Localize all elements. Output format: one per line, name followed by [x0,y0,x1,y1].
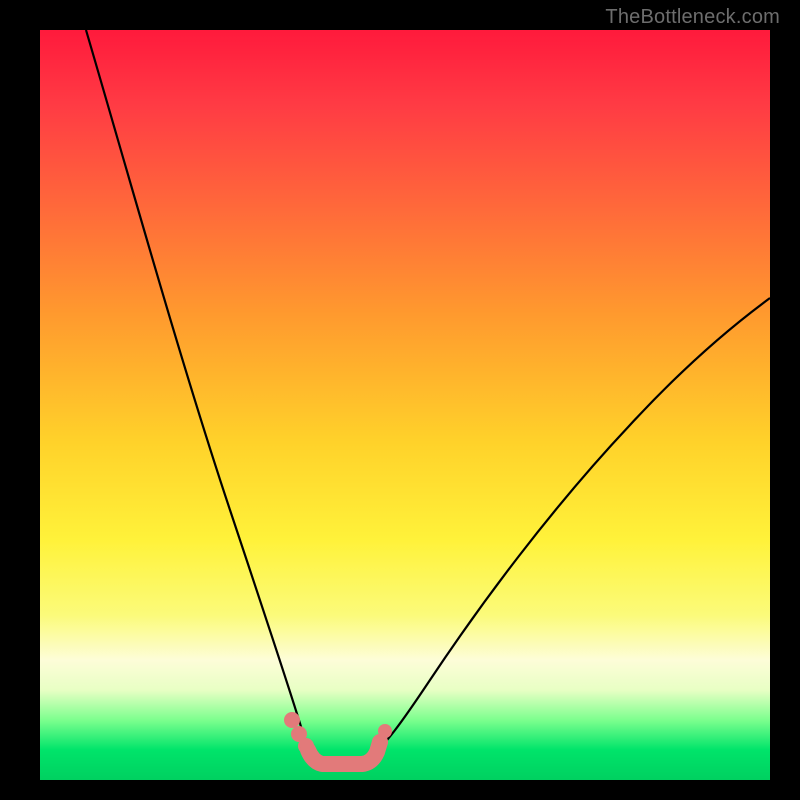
left-curve [86,30,313,755]
plot-area [40,30,770,780]
highlight-dot [284,712,300,728]
curves-svg [40,30,770,780]
highlight-dot [378,724,392,738]
bottleneck-highlight [308,742,380,764]
watermark-text: TheBottleneck.com [605,6,780,29]
right-curve [372,298,770,755]
chart-frame: TheBottleneck.com [0,0,800,800]
